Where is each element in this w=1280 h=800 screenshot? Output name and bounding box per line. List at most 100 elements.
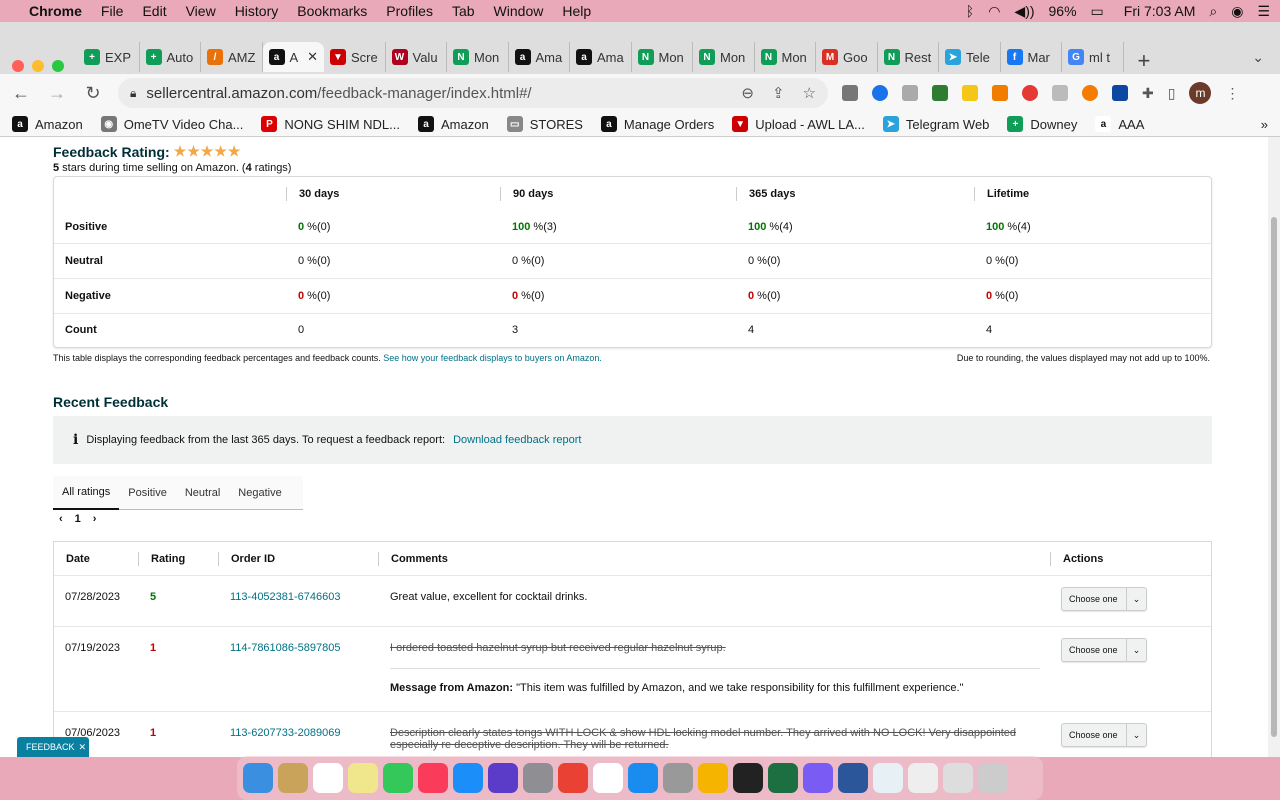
extension-cube-icon[interactable] [1052, 85, 1068, 101]
new-tab-button[interactable]: + [1138, 48, 1151, 74]
extension-yellow-icon[interactable] [962, 85, 978, 101]
bookmark-item[interactable]: ➤ Telegram Web [882, 116, 989, 132]
zoom-window-button[interactable] [52, 60, 64, 72]
clock[interactable]: Fri 7:03 AM [1124, 3, 1196, 19]
extension-js-icon[interactable] [992, 85, 1008, 101]
zoom-icon[interactable]: ⊖ [741, 84, 754, 102]
browser-tab[interactable]: / AMZ [201, 42, 263, 72]
extension-rs-icon[interactable] [932, 85, 948, 101]
browser-menu-icon[interactable]: ⋮ [1225, 85, 1239, 102]
tab-search-chevron-icon[interactable]: ⌄ [1252, 49, 1264, 66]
next-page-icon[interactable]: › [93, 513, 97, 525]
more-bookmarks-icon[interactable]: » [1261, 117, 1268, 132]
feedback-widget-tab[interactable]: FEEDBACK ✕ [17, 737, 89, 757]
extensions-puzzle-icon[interactable]: ✚ [1142, 85, 1154, 102]
browser-tab[interactable]: ➤ Tele [939, 42, 1001, 72]
bookmark-item[interactable]: ▼ Upload - AWL LA... [732, 116, 865, 132]
browser-tab[interactable]: + Auto [140, 42, 201, 72]
close-tab-icon[interactable]: ✕ [307, 49, 318, 65]
side-panel-icon[interactable]: ▯ [1168, 85, 1176, 102]
header-date[interactable]: Date [54, 552, 138, 566]
dock-app-store-icon[interactable] [453, 763, 483, 793]
back-icon[interactable]: ← [10, 83, 32, 104]
close-feedback-icon[interactable]: ✕ [79, 742, 87, 753]
bookmark-item[interactable]: a Manage Orders [600, 116, 714, 132]
wifi-icon[interactable]: ◠ [988, 3, 1000, 20]
profile-avatar[interactable]: m [1189, 82, 1212, 104]
tab-positive[interactable]: Positive [119, 476, 176, 510]
current-page[interactable]: 1 [75, 513, 81, 525]
menu-profiles[interactable]: Profiles [386, 3, 433, 19]
reload-icon[interactable]: ↻ [82, 83, 104, 104]
minimize-window-button[interactable] [32, 60, 44, 72]
browser-tab[interactable]: N Mon [755, 42, 816, 72]
browser-tab[interactable]: N Mon [632, 42, 693, 72]
extension-off-icon[interactable] [842, 85, 858, 101]
dock-word-icon[interactable] [838, 763, 868, 793]
bookmark-star-icon[interactable]: ☆ [803, 84, 816, 102]
browser-tab[interactable]: a Ama [570, 42, 632, 72]
scrollbar-thumb[interactable] [1271, 217, 1277, 737]
browser-tab[interactable]: Gml t [1062, 42, 1124, 72]
lock-icon[interactable]: 🔒︎ [130, 86, 136, 101]
browser-tab[interactable]: + EXP [78, 42, 140, 72]
dock-stickies-icon[interactable] [348, 763, 378, 793]
dock-calendar-icon[interactable] [313, 763, 343, 793]
forward-icon[interactable]: → [46, 83, 68, 104]
extension-f-icon[interactable] [1112, 85, 1128, 101]
choose-action-dropdown[interactable]: Choose one ⌄ [1061, 638, 1147, 663]
bookmark-item[interactable]: a Amazon [12, 116, 83, 132]
menu-edit[interactable]: Edit [142, 3, 166, 19]
bookmark-item[interactable]: P NONG SHIM NDL... [261, 116, 400, 132]
bookmark-item[interactable]: a AAA [1095, 116, 1144, 132]
browser-tab[interactable]: M Goo [816, 42, 878, 72]
bluetooth-icon[interactable]: ᛒ [966, 3, 974, 19]
dock-launchpad-icon[interactable] [663, 763, 693, 793]
dock-siri-icon[interactable] [488, 763, 518, 793]
bookmark-item[interactable]: a Amazon [418, 116, 489, 132]
dock-messenger-icon[interactable] [803, 763, 833, 793]
page-scrollbar[interactable] [1268, 137, 1280, 757]
menu-bookmarks[interactable]: Bookmarks [297, 3, 367, 19]
extension-gray-icon[interactable] [902, 85, 918, 101]
address-bar[interactable]: 🔒︎ sellercentral.amazon.com/feedback-man… [118, 78, 828, 108]
dock-facetime-icon[interactable] [383, 763, 413, 793]
menu-file[interactable]: File [101, 3, 124, 19]
browser-tab[interactable]: ▼ Scre [324, 42, 386, 72]
extension-fire-icon[interactable] [1022, 85, 1038, 101]
order-id-link[interactable]: 113-6207733-2089069 [218, 712, 378, 757]
extension-orange-icon[interactable] [1082, 85, 1098, 101]
menu-window[interactable]: Window [494, 3, 544, 19]
dock-settings-icon[interactable] [523, 763, 553, 793]
dock-downloads-icon[interactable] [943, 763, 973, 793]
see-feedback-display-link[interactable]: See how your feedback displays to buyers… [383, 353, 602, 363]
tab-neutral[interactable]: Neutral [176, 476, 229, 510]
menu-view[interactable]: View [186, 3, 216, 19]
browser-tab[interactable]: N Rest [878, 42, 939, 72]
dock-finder-icon[interactable] [243, 763, 273, 793]
dock-activity-monitor-icon[interactable] [873, 763, 903, 793]
volume-icon[interactable]: ◀)) [1014, 3, 1034, 20]
dock-terminal-icon[interactable] [733, 763, 763, 793]
browser-tab[interactable]: a Ama [509, 42, 570, 72]
dock-documents-icon[interactable] [908, 763, 938, 793]
browser-tab[interactable]: N Mon [447, 42, 509, 72]
browser-tab[interactable]: a A ✕ [262, 42, 324, 72]
menubar-app-name[interactable]: Chrome [29, 3, 82, 19]
siri-icon[interactable]: ◉ [1231, 3, 1243, 20]
download-feedback-report-link[interactable]: Download feedback report [453, 434, 581, 446]
menu-help[interactable]: Help [562, 3, 591, 19]
order-id-link[interactable]: 114-7861086-5897805 [218, 627, 378, 711]
dock-trash-icon[interactable] [978, 763, 1008, 793]
prev-page-icon[interactable]: ‹ [59, 513, 63, 525]
dock-notes-app-icon[interactable] [278, 763, 308, 793]
dock-music-icon[interactable] [418, 763, 448, 793]
dock-photos-icon[interactable] [698, 763, 728, 793]
tab-negative[interactable]: Negative [229, 476, 290, 510]
choose-action-dropdown[interactable]: Choose one ⌄ [1061, 723, 1147, 748]
header-rating[interactable]: Rating [138, 551, 218, 566]
tab-all-ratings[interactable]: All ratings [53, 476, 120, 510]
choose-action-dropdown[interactable]: Choose one ⌄ [1061, 587, 1147, 612]
dock-reminders-icon[interactable] [593, 763, 623, 793]
bookmark-item[interactable]: ◉ OmeTV Video Cha... [100, 116, 243, 132]
